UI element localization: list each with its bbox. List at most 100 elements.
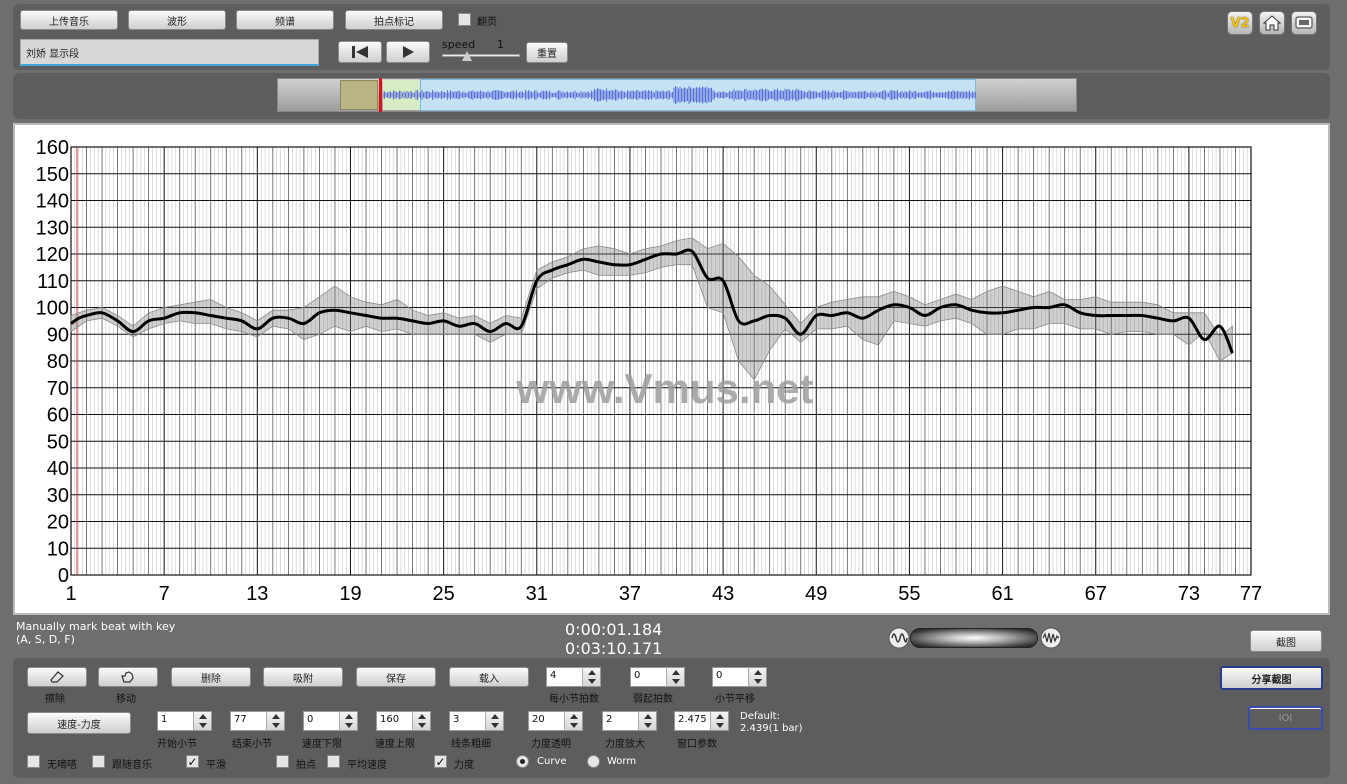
pickup-beats-stepper[interactable]: 0 [630, 667, 685, 687]
pickup-beats-arrows[interactable] [666, 668, 684, 686]
play-icon [403, 46, 414, 58]
y-tick-label: 80 [47, 351, 69, 373]
y-tick-label: 30 [47, 485, 69, 507]
erase-label: 擦除 [45, 694, 65, 705]
avg-tempo-checkbox[interactable] [327, 755, 340, 768]
avg-tempo-label: 平均速度 [347, 760, 387, 771]
dyn-zoom-stepper[interactable]: 2 [602, 711, 657, 731]
share-screenshot-button[interactable]: 分享截图 [1220, 666, 1323, 690]
tempo-chart[interactable]: 0102030405060708090100110120130140150160… [15, 125, 1328, 613]
bar-shift-stepper[interactable]: 0 [712, 667, 767, 687]
bar-shift-arrows[interactable] [748, 668, 766, 686]
pickup-beats-caption: 弱起拍数 [633, 694, 673, 705]
beat-points-label: 拍点 [296, 760, 316, 771]
y-tick-label: 10 [47, 538, 69, 560]
window-param-arrows[interactable] [710, 712, 728, 730]
home-button[interactable] [1259, 11, 1285, 35]
total-time: 0:03:10.171 [565, 639, 663, 658]
x-tick-label: 67 [1085, 583, 1107, 605]
dynamics-gauge[interactable] [888, 627, 1062, 649]
snap-button[interactable]: 吸附 [263, 667, 343, 687]
dyn-opacity-stepper[interactable]: 20 [528, 711, 583, 731]
erase-button[interactable] [27, 667, 87, 687]
no-beep-checkbox[interactable] [27, 755, 40, 768]
y-tick-label: 90 [47, 324, 69, 346]
beats-per-bar-stepper[interactable]: 4 [546, 667, 601, 687]
dyn-zoom-arrows[interactable] [638, 712, 656, 730]
eraser-icon [50, 671, 64, 683]
curve-radio[interactable] [516, 755, 529, 768]
dyn-opacity-caption: 力度透明 [531, 739, 571, 750]
y-tick-label: 120 [36, 244, 69, 266]
beat-mark-button[interactable]: 拍点标记 [345, 10, 443, 30]
x-tick-label: 1 [65, 583, 76, 605]
x-tick-label: 13 [246, 583, 268, 605]
smooth-checkbox[interactable]: ✓ [186, 755, 199, 768]
move-label: 移动 [116, 694, 136, 705]
waveform-overview[interactable] [277, 78, 1077, 112]
window-param-caption: 窗口参数 [677, 739, 717, 750]
dyn-opacity-arrows[interactable] [564, 712, 582, 730]
save-button[interactable]: 保存 [356, 667, 436, 687]
follow-music-checkbox[interactable] [92, 755, 105, 768]
beats-per-bar-arrows[interactable] [582, 668, 600, 686]
x-tick-label: 73 [1178, 583, 1200, 605]
dynamics-gauge-bar[interactable] [910, 628, 1038, 648]
tempo-dynamics-button[interactable]: 速度-力度 [27, 712, 131, 734]
end-bar-arrows[interactable] [266, 712, 284, 730]
dynamics-band [70, 237, 1233, 381]
x-tick-label: 19 [339, 583, 361, 605]
playhead-marker[interactable] [379, 78, 382, 112]
speed-label: speed [442, 38, 476, 51]
tempo-min-arrows[interactable] [339, 712, 357, 730]
chart-area: 0 10 20 30 40 50 60 70 80 90 100 110 120 130 140 150 160… [13, 123, 1330, 615]
play-button[interactable] [386, 41, 430, 63]
load-button[interactable]: 载入 [449, 667, 529, 687]
screenshot-button[interactable]: 截图 [1250, 630, 1322, 652]
rewind-button[interactable] [338, 41, 382, 63]
end-bar-stepper[interactable]: 77 [230, 711, 285, 731]
ioi-button[interactable]: IOI [1248, 706, 1323, 730]
speed-slider-thumb[interactable] [462, 51, 472, 61]
reset-button[interactable]: 重置 [526, 42, 568, 63]
chart-watermark: www.Vmus.net [515, 365, 813, 412]
skip-start-icon [352, 46, 368, 58]
waveform-region-prev [340, 80, 378, 110]
v2-button[interactable]: V2 [1227, 11, 1253, 35]
y-tick-label: 110 [37, 271, 69, 293]
waveform-button[interactable]: 波形 [128, 10, 226, 30]
fullscreen-button[interactable] [1291, 11, 1317, 35]
line-width-stepper[interactable]: 3 [449, 711, 504, 731]
x-tick-label: 61 [991, 583, 1013, 605]
dynamics-checkbox[interactable]: ✓ [434, 755, 447, 768]
tempo-max-caption: 速度上限 [375, 739, 415, 750]
check-icon: ✓ [435, 754, 446, 769]
y-tick-label: 130 [36, 217, 69, 239]
beat-points-checkbox[interactable] [276, 755, 289, 768]
tempo-max-arrows[interactable] [412, 712, 430, 730]
wave-left-icon [888, 627, 910, 649]
start-bar-arrows[interactable] [193, 712, 211, 730]
upload-music-button[interactable]: 上传音乐 [20, 10, 118, 30]
speed-value: 1 [497, 38, 504, 51]
tempo-min-stepper[interactable]: 0 [303, 711, 358, 731]
y-tick-label: 150 [36, 164, 69, 186]
start-bar-stepper[interactable]: 1 [157, 711, 212, 731]
spectrum-button[interactable]: 频谱 [236, 10, 334, 30]
line-width-arrows[interactable] [485, 712, 503, 730]
move-button[interactable] [98, 667, 158, 687]
tempo-max-stepper[interactable]: 160 [376, 711, 431, 731]
page-flip-checkbox[interactable] [458, 13, 471, 26]
speed-slider-track[interactable] [442, 54, 520, 57]
smooth-label: 平滑 [206, 760, 226, 771]
y-tick-label: 60 [47, 405, 69, 427]
x-tick-label: 43 [712, 583, 734, 605]
x-tick-label: 55 [898, 583, 920, 605]
worm-radio[interactable] [587, 755, 600, 768]
manual-mark-hint-2: (A, S, D, F) [16, 633, 75, 646]
follow-music-label: 跟随音乐 [112, 760, 152, 771]
line-width-caption: 线条粗细 [451, 739, 491, 750]
window-param-stepper[interactable]: 2.475 [674, 711, 729, 731]
title-field[interactable]: 刘娇 显示段 [20, 39, 319, 66]
delete-button[interactable]: 删除 [171, 667, 251, 687]
